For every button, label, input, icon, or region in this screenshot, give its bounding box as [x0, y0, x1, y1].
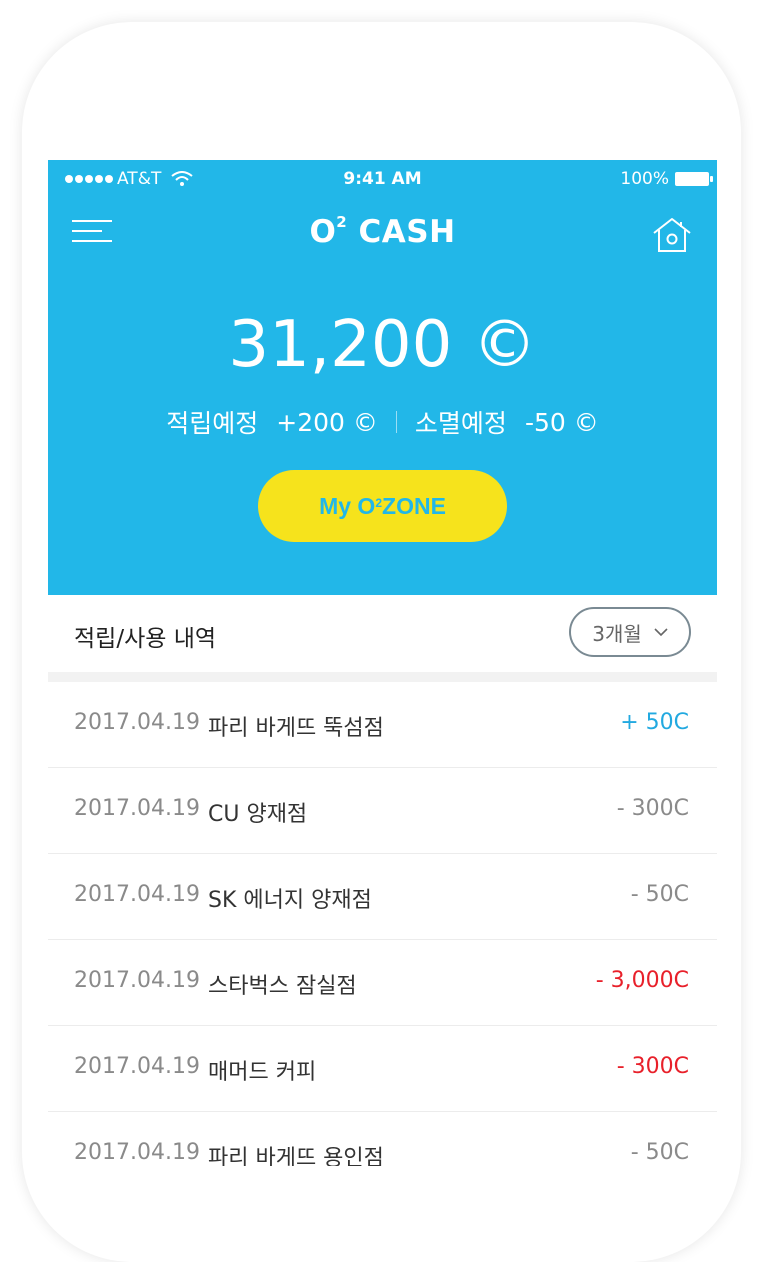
list-item[interactable]: 2017.04.19 SK 에너지 양재점 - 50C: [48, 854, 717, 940]
page-title: O2 CASH: [48, 212, 717, 250]
title-o: O: [309, 214, 337, 250]
list-item[interactable]: 2017.04.19 스타벅스 잠실점 - 3,000C: [48, 940, 717, 1026]
earn-value: +200 ©: [276, 407, 378, 437]
list-item[interactable]: 2017.04.19 파리 바게뜨 뚝섬점 + 50C: [48, 682, 717, 768]
transaction-amount: - 300C: [616, 1054, 689, 1079]
transaction-store: CU 양재점: [208, 802, 308, 827]
transaction-amount: - 3,000C: [595, 968, 689, 993]
list-item[interactable]: 2017.04.19 파리 바게뜨 용인점 - 50C: [48, 1112, 717, 1166]
status-right: 100%: [620, 169, 713, 189]
history-header: 적립/사용 내역 3개월: [48, 595, 717, 673]
status-bar: AT&T 9:41 AM 100%: [48, 160, 717, 200]
transaction-amount: - 300C: [616, 796, 689, 821]
history-list: 2017.04.19 파리 바게뜨 뚝섬점 + 50C 2017.04.19 CU 양재…: [48, 682, 717, 1166]
my-o2-zone-button[interactable]: My O2 ZONE: [258, 470, 507, 542]
transaction-amount: - 50C: [630, 1140, 689, 1165]
chevron-down-icon: [654, 628, 668, 637]
transaction-store: 파리 바게뜨 용인점: [208, 1146, 384, 1166]
history-title: 적립/사용 내역: [74, 626, 217, 652]
app-screen: AT&T 9:41 AM 100% O2 CASH 31,200 © 적립예정 …: [48, 160, 717, 1166]
zone-superscript: 2: [375, 496, 383, 510]
nav-bar: O2 CASH: [48, 200, 717, 264]
transaction-date: 2017.04.19: [74, 882, 200, 907]
earn-label: 적립예정: [166, 409, 259, 438]
zone-post: ZONE: [382, 492, 446, 519]
transaction-date: 2017.04.19: [74, 968, 200, 993]
transaction-store: 스타벅스 잠실점: [208, 974, 357, 999]
home-icon[interactable]: [651, 216, 693, 254]
cash-summary: 적립예정 +200 © 소멸예정 -50 ©: [48, 404, 717, 440]
transaction-store: 파리 바게뜨 뚝섬점: [208, 716, 384, 741]
cash-balance: 31,200 ©: [228, 308, 537, 382]
summary-divider: [395, 411, 397, 433]
transaction-amount: - 50C: [630, 882, 689, 907]
battery-icon: [675, 172, 713, 186]
transaction-amount: + 50C: [620, 710, 689, 735]
transaction-store: 매머드 커피: [208, 1060, 317, 1085]
list-item[interactable]: 2017.04.19 CU 양재점 - 300C: [48, 768, 717, 854]
status-time: 9:41 AM: [343, 169, 422, 189]
transaction-date: 2017.04.19: [74, 710, 200, 735]
section-divider: [48, 672, 717, 682]
transaction-date: 2017.04.19: [74, 796, 200, 821]
cash-header: AT&T 9:41 AM 100% O2 CASH 31,200 © 적립예정 …: [48, 160, 717, 595]
list-item[interactable]: 2017.04.19 매머드 커피 - 300C: [48, 1026, 717, 1112]
transaction-store: SK 에너지 양재점: [208, 888, 372, 913]
expire-label: 소멸예정: [414, 409, 507, 438]
expire-value: -50 ©: [524, 407, 599, 437]
period-label: 3개월: [592, 621, 642, 646]
title-superscript: 2: [336, 212, 348, 231]
period-select[interactable]: 3개월: [569, 607, 691, 657]
transaction-date: 2017.04.19: [74, 1054, 200, 1079]
zone-pre: My O: [319, 492, 376, 519]
battery-percent: 100%: [620, 169, 669, 189]
title-rest: CASH: [347, 214, 456, 250]
transaction-date: 2017.04.19: [74, 1140, 200, 1165]
